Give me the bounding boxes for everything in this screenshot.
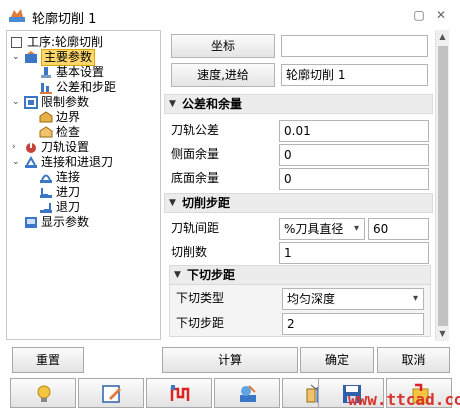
- collapse-icon[interactable]: ▼: [169, 95, 176, 113]
- parameter-tree: 工序:轮廓切削 ⌄ 主要参数 基本设置 公差和步距 ⌄ 限制参数 边界 检查 ›…: [6, 30, 161, 340]
- lightbulb-icon: [37, 385, 51, 402]
- floor-allowance-label: 底面余量: [171, 171, 220, 185]
- simulation-icon: [240, 385, 256, 402]
- window-title: 轮廓切削 1: [32, 12, 97, 27]
- spacing-value-input[interactable]: 60: [368, 218, 429, 240]
- toolpath-tolerance-label: 刀轨公差: [171, 123, 220, 137]
- stepover-section-header[interactable]: ▼ 切削步距: [164, 193, 433, 213]
- chevron-down-icon[interactable]: ⌄: [12, 50, 22, 65]
- restore-icon[interactable]: ▢: [411, 7, 427, 23]
- toolpath-tolerance-input[interactable]: 0.01: [279, 120, 429, 142]
- title-bar: 轮廓切削 1 ▢ ✕: [0, 0, 460, 30]
- tree-item-limit-params[interactable]: ⌄ 限制参数: [7, 95, 157, 110]
- stepdown-group: ▼ 下切步距 下切类型 均匀深度 下切步距 2: [169, 265, 431, 337]
- link-icon: [40, 174, 52, 183]
- edit-button[interactable]: [78, 378, 144, 408]
- tree-item-boundary[interactable]: 边界: [7, 110, 157, 125]
- main-params-icon: [25, 51, 37, 63]
- tree-item-toolpath-settings[interactable]: › 刀轨设置: [7, 140, 157, 155]
- coord-button[interactable]: 坐标: [171, 34, 275, 58]
- cut-count-label: 切削数: [171, 245, 208, 259]
- tree-item-basic-settings[interactable]: 基本设置: [7, 65, 157, 80]
- toolpath-spacing-label: 刀轨间距: [171, 221, 220, 235]
- ok-button[interactable]: 确定: [300, 347, 374, 373]
- feed-speed-button[interactable]: 速度,进给: [171, 63, 275, 87]
- tree-item-lead-out[interactable]: 退刀: [7, 200, 157, 215]
- boundary-icon: [39, 111, 53, 123]
- edit-pencil-icon: [102, 385, 121, 403]
- tree-item-check[interactable]: 检查: [7, 125, 157, 140]
- side-allowance-label: 侧面余量: [171, 147, 220, 161]
- tree-item-lead-in[interactable]: 进刀: [7, 185, 157, 200]
- stepdown-section-header[interactable]: ▼ 下切步距: [169, 265, 431, 285]
- stepdown-type-select[interactable]: 均匀深度: [282, 288, 424, 310]
- calculate-button[interactable]: 计算: [162, 347, 298, 373]
- lead-in-icon: [40, 188, 52, 198]
- tolerance-stepover-icon: [40, 83, 52, 94]
- basic-settings-icon: [41, 67, 51, 78]
- toolpath-settings-icon: [26, 142, 36, 153]
- tree-item-link-lead[interactable]: ⌄ 连接和进退刀: [7, 155, 157, 170]
- profile-cut-icon: [9, 9, 25, 22]
- scroll-thumb[interactable]: [438, 46, 448, 326]
- reset-button[interactable]: 重置: [12, 347, 84, 373]
- feed-speed-field[interactable]: 轮廓切削 1: [281, 64, 428, 86]
- scroll-down-icon[interactable]: ▼: [436, 327, 449, 341]
- simulate-button[interactable]: [214, 378, 280, 408]
- tree-item-operation[interactable]: 工序:轮廓切削: [7, 35, 157, 50]
- check-geometry-icon: [39, 126, 53, 138]
- cut-count-input[interactable]: 1: [279, 242, 429, 264]
- tree-item-link[interactable]: 连接: [7, 170, 157, 185]
- checkbox-icon[interactable]: [11, 37, 22, 48]
- stepdown-type-label: 下切类型: [176, 291, 225, 305]
- close-icon[interactable]: ✕: [433, 7, 449, 23]
- tree-item-tolerance-stepover[interactable]: 公差和步距: [7, 80, 157, 95]
- vertical-scrollbar[interactable]: ▲ ▼: [435, 30, 449, 341]
- tree-item-main-params[interactable]: ⌄ 主要参数: [7, 49, 157, 66]
- side-allowance-input[interactable]: 0: [279, 144, 429, 166]
- limit-params-icon: [24, 96, 38, 109]
- stepdown-step-input[interactable]: 2: [282, 313, 424, 335]
- watermark: www.ttcad.com: [348, 390, 460, 409]
- toolpath-icon: [170, 385, 190, 401]
- chevron-down-icon[interactable]: ⌄: [12, 155, 22, 170]
- link-lead-icon: [25, 156, 37, 168]
- coord-field[interactable]: [281, 35, 428, 57]
- chevron-right-icon[interactable]: ›: [12, 140, 22, 155]
- parameter-panel: 坐标 速度,进给 轮廓切削 1 ▼ 公差和余量 刀轨公差 0.01 侧面余量 0…: [163, 30, 434, 342]
- tips-button[interactable]: [10, 378, 76, 408]
- collapse-icon[interactable]: ▼: [169, 194, 176, 212]
- lead-out-icon: [40, 203, 52, 213]
- tree-item-display-params[interactable]: 显示参数: [7, 215, 157, 230]
- cancel-button[interactable]: 取消: [377, 347, 450, 373]
- spacing-mode-select[interactable]: %刀具直径: [279, 218, 365, 240]
- stepdown-step-label: 下切步距: [176, 316, 225, 330]
- floor-allowance-input[interactable]: 0: [279, 168, 429, 190]
- tolerance-section-header[interactable]: ▼ 公差和余量: [164, 94, 433, 114]
- collapse-icon[interactable]: ▼: [174, 266, 181, 284]
- scroll-up-icon[interactable]: ▲: [436, 30, 449, 44]
- toolpath-button[interactable]: [146, 378, 212, 408]
- chevron-down-icon[interactable]: ⌄: [12, 95, 22, 110]
- display-params-icon: [25, 217, 37, 228]
